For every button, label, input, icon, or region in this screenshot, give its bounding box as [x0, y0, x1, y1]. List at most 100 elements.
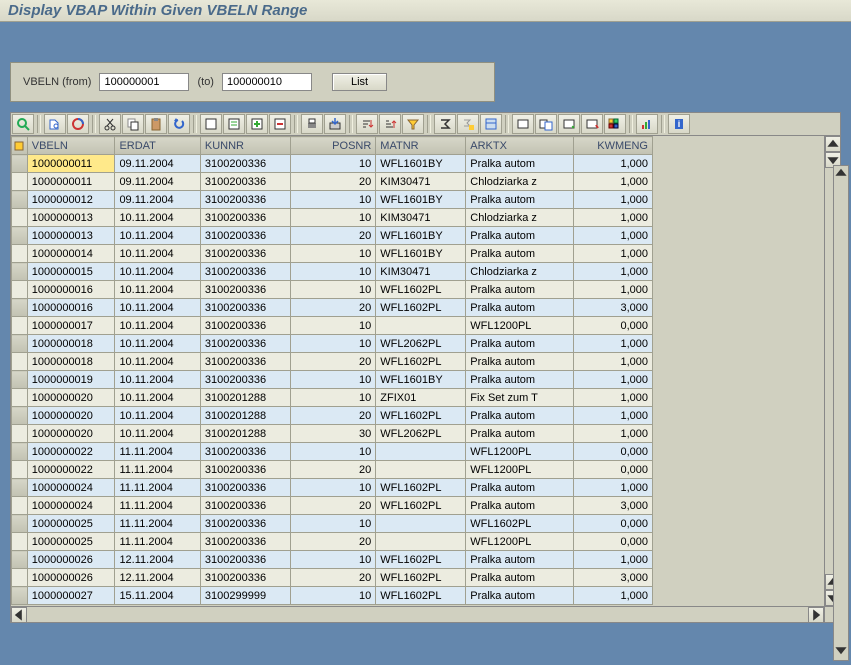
- table-row[interactable]: 100000001510.11.2004310020033610KIM30471…: [12, 263, 653, 281]
- cell-vbeln[interactable]: 1000000024: [27, 479, 115, 497]
- row-selector[interactable]: [12, 353, 28, 371]
- vbeln-from-input[interactable]: [99, 73, 189, 91]
- cell-vbeln[interactable]: 1000000026: [27, 569, 115, 587]
- cell-arktx[interactable]: Pralka autom: [466, 191, 574, 209]
- cell-erdat[interactable]: 10.11.2004: [115, 371, 200, 389]
- cell-posnr[interactable]: 10: [290, 263, 375, 281]
- cell-matnr[interactable]: WFL1601BY: [376, 227, 466, 245]
- cell-erdat[interactable]: 09.11.2004: [115, 155, 200, 173]
- cell-erdat[interactable]: 10.11.2004: [115, 407, 200, 425]
- column-header-kunnr[interactable]: KUNNR: [200, 137, 290, 155]
- row-selector[interactable]: [12, 551, 28, 569]
- cell-posnr[interactable]: 10: [290, 551, 375, 569]
- cell-erdat[interactable]: 10.11.2004: [115, 353, 200, 371]
- change-layout-icon[interactable]: [535, 114, 557, 134]
- cell-kwmeng[interactable]: 1,000: [574, 425, 653, 443]
- cell-erdat[interactable]: 15.11.2004: [115, 587, 200, 605]
- graphic-icon[interactable]: [636, 114, 658, 134]
- cell-posnr[interactable]: 10: [290, 317, 375, 335]
- cell-vbeln[interactable]: 1000000012: [27, 191, 115, 209]
- cell-matnr[interactable]: [376, 317, 466, 335]
- table-row[interactable]: 100000002612.11.2004310020033620WFL1602P…: [12, 569, 653, 587]
- row-selector[interactable]: [12, 299, 28, 317]
- cell-erdat[interactable]: 10.11.2004: [115, 389, 200, 407]
- column-header-kwmeng[interactable]: KWMENG: [574, 137, 653, 155]
- cell-kunnr[interactable]: 3100200336: [200, 335, 290, 353]
- win-scroll-track[interactable]: [834, 183, 848, 643]
- row-selector[interactable]: [12, 335, 28, 353]
- cell-vbeln[interactable]: 1000000027: [27, 587, 115, 605]
- column-header-vbeln[interactable]: VBELN: [27, 137, 115, 155]
- cell-arktx[interactable]: Pralka autom: [466, 299, 574, 317]
- cell-kwmeng[interactable]: 1,000: [574, 209, 653, 227]
- cell-vbeln[interactable]: 1000000011: [27, 173, 115, 191]
- cell-kwmeng[interactable]: 0,000: [574, 443, 653, 461]
- cell-vbeln[interactable]: 1000000020: [27, 425, 115, 443]
- cell-erdat[interactable]: 12.11.2004: [115, 551, 200, 569]
- table-row[interactable]: 100000001109.11.2004310020033620KIM30471…: [12, 173, 653, 191]
- cell-kwmeng[interactable]: 1,000: [574, 353, 653, 371]
- cell-vbeln[interactable]: 1000000016: [27, 281, 115, 299]
- cell-kunnr[interactable]: 3100200336: [200, 515, 290, 533]
- alv-horizontal-scrollbar[interactable]: [11, 606, 824, 622]
- cell-erdat[interactable]: 10.11.2004: [115, 245, 200, 263]
- cell-posnr[interactable]: 20: [290, 407, 375, 425]
- row-selector[interactable]: [12, 281, 28, 299]
- row-selector[interactable]: [12, 407, 28, 425]
- cell-matnr[interactable]: [376, 533, 466, 551]
- cell-arktx[interactable]: Pralka autom: [466, 425, 574, 443]
- cell-posnr[interactable]: 10: [290, 587, 375, 605]
- table-row[interactable]: 100000002612.11.2004310020033610WFL1602P…: [12, 551, 653, 569]
- vbeln-to-input[interactable]: [222, 73, 312, 91]
- cell-kunnr[interactable]: 3100200336: [200, 551, 290, 569]
- freeze-icon[interactable]: [480, 114, 502, 134]
- cell-posnr[interactable]: 10: [290, 155, 375, 173]
- cell-kwmeng[interactable]: 1,000: [574, 479, 653, 497]
- table-row[interactable]: 100000002411.11.2004310020033610WFL1602P…: [12, 479, 653, 497]
- cell-kunnr[interactable]: 3100200336: [200, 443, 290, 461]
- cell-matnr[interactable]: WFL2062PL: [376, 335, 466, 353]
- cell-vbeln[interactable]: 1000000020: [27, 407, 115, 425]
- row-selector[interactable]: [12, 209, 28, 227]
- scroll-up-icon[interactable]: [825, 136, 841, 152]
- cell-erdat[interactable]: 11.11.2004: [115, 443, 200, 461]
- table-row[interactable]: 100000001610.11.2004310020033620WFL1602P…: [12, 299, 653, 317]
- cell-vbeln[interactable]: 1000000019: [27, 371, 115, 389]
- row-selector[interactable]: [12, 515, 28, 533]
- cell-arktx[interactable]: Pralka autom: [466, 569, 574, 587]
- cell-kwmeng[interactable]: 1,000: [574, 335, 653, 353]
- create-icon[interactable]: [200, 114, 222, 134]
- table-row[interactable]: 100000002511.11.2004310020033620WFL1200P…: [12, 533, 653, 551]
- cell-posnr[interactable]: 20: [290, 353, 375, 371]
- table-row[interactable]: 100000002010.11.2004310020128810ZFIX01Fi…: [12, 389, 653, 407]
- cell-kwmeng[interactable]: 1,000: [574, 263, 653, 281]
- scroll-right-icon[interactable]: [808, 607, 824, 623]
- cell-erdat[interactable]: 10.11.2004: [115, 209, 200, 227]
- table-row[interactable]: 100000002010.11.2004310020128830WFL2062P…: [12, 425, 653, 443]
- cell-vbeln[interactable]: 1000000022: [27, 461, 115, 479]
- row-selector[interactable]: [12, 245, 28, 263]
- cell-posnr[interactable]: 10: [290, 443, 375, 461]
- cell-erdat[interactable]: 12.11.2004: [115, 569, 200, 587]
- cell-kunnr[interactable]: 3100200336: [200, 245, 290, 263]
- cell-kunnr[interactable]: 3100200336: [200, 533, 290, 551]
- insert-icon[interactable]: [246, 114, 268, 134]
- choose-layout-icon[interactable]: [581, 114, 603, 134]
- cell-posnr[interactable]: 20: [290, 497, 375, 515]
- cell-matnr[interactable]: [376, 461, 466, 479]
- row-selector[interactable]: [12, 227, 28, 245]
- table-row[interactable]: 100000001810.11.2004310020033620WFL1602P…: [12, 353, 653, 371]
- table-row[interactable]: 100000001410.11.2004310020033610WFL1601B…: [12, 245, 653, 263]
- cell-arktx[interactable]: WFL1200PL: [466, 443, 574, 461]
- cell-erdat[interactable]: 10.11.2004: [115, 335, 200, 353]
- cell-arktx[interactable]: Pralka autom: [466, 281, 574, 299]
- cell-matnr[interactable]: WFL1602PL: [376, 407, 466, 425]
- row-selector[interactable]: [12, 425, 28, 443]
- cell-erdat[interactable]: 10.11.2004: [115, 281, 200, 299]
- table-row[interactable]: 100000002211.11.2004310020033610WFL1200P…: [12, 443, 653, 461]
- column-header-arktx[interactable]: ARKTX: [466, 137, 574, 155]
- cell-kunnr[interactable]: 3100299999: [200, 587, 290, 605]
- row-selector[interactable]: [12, 569, 28, 587]
- cell-kwmeng[interactable]: 1,000: [574, 407, 653, 425]
- subtotal-icon[interactable]: [457, 114, 479, 134]
